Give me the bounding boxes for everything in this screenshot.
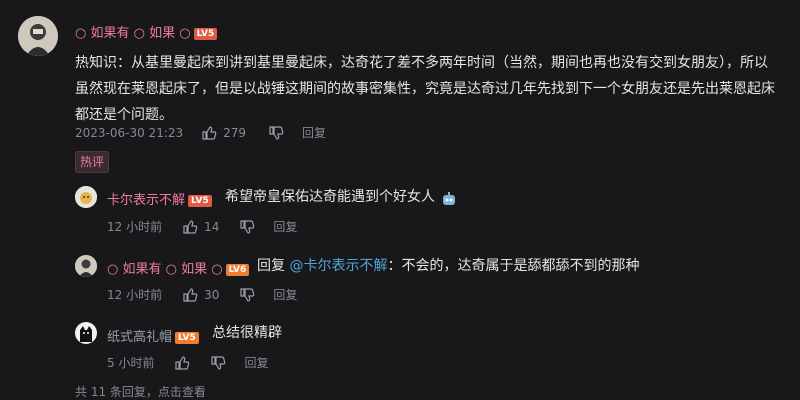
thumbs-down-icon xyxy=(269,125,284,140)
like-button[interactable]: 279 xyxy=(201,125,246,141)
reply-meta: 12 小时前 30 回复 xyxy=(107,286,297,303)
reply-body: ：不会的，达奇属于是舔都舔不到的那种 xyxy=(387,258,640,274)
like-button[interactable]: 30 xyxy=(182,287,219,303)
main-comment-meta: 2023-06-30 21:23 279 回复 xyxy=(75,124,326,141)
dislike-button[interactable] xyxy=(268,125,284,141)
reply-username-text[interactable]: 纸式高礼帽 xyxy=(107,330,172,345)
reply-prefix: 回复 xyxy=(257,258,290,274)
main-comment-line: 热知识：从基里曼起床到讲到基里曼起床，达奇花了差不多两年时间（当然，期间也再也没… xyxy=(75,55,768,71)
avatar-cat-icon xyxy=(75,186,97,208)
reply-button[interactable]: 回复 xyxy=(244,354,268,371)
reply-username-text[interactable]: ○ 如果有 ○ 如果 ○ xyxy=(107,262,223,277)
reply-button[interactable]: 回复 xyxy=(273,218,297,235)
reply-username[interactable]: ○ 如果有 ○ 如果 ○ LV6 xyxy=(107,258,250,277)
thumbs-up-icon xyxy=(202,125,217,140)
view-more-replies-link[interactable]: 共 11 条回复，点击查看 xyxy=(75,383,206,400)
avatar-character-icon xyxy=(18,16,58,56)
timestamp: 12 小时前 xyxy=(107,288,163,302)
reply-meta: 5 小时前 回复 xyxy=(107,354,268,371)
mention-link[interactable]: @卡尔表示不解 xyxy=(289,258,387,274)
like-count: 30 xyxy=(204,287,220,302)
robot-emoji-icon xyxy=(443,192,455,205)
reply-avatar[interactable] xyxy=(75,255,97,277)
reply-text: 希望帝皇保佑达奇能遇到个好女人 xyxy=(225,189,435,205)
like-button[interactable]: 14 xyxy=(182,219,219,235)
reply-username[interactable]: 卡尔表示不解 LV5 xyxy=(107,189,212,208)
avatar-character-icon xyxy=(75,255,97,277)
thumbs-up-icon xyxy=(175,355,190,370)
thumbs-down-icon xyxy=(240,219,255,234)
thumbs-up-icon xyxy=(183,219,198,234)
reply-text: 总结很精辟 xyxy=(212,325,282,341)
timestamp: 2023-06-30 21:23 xyxy=(75,125,184,140)
main-comment-line: 虽然现在莱恩起床了，但是以战锤这期间的故事密集性，究竟是达奇过几年先找到下一个女… xyxy=(75,81,775,97)
reply-username[interactable]: 纸式高礼帽 LV5 xyxy=(107,326,199,345)
level-badge: LV5 xyxy=(175,331,199,344)
timestamp: 12 小时前 xyxy=(107,220,163,234)
main-username-text[interactable]: ○ 如果有 ○ 如果 ○ xyxy=(75,26,191,41)
like-count: 279 xyxy=(223,125,247,140)
main-username[interactable]: ○ 如果有 ○ 如果 ○ LV5 xyxy=(75,22,218,41)
reply-avatar[interactable] xyxy=(75,322,97,344)
dislike-button[interactable] xyxy=(239,219,255,235)
reply-button[interactable]: 回复 xyxy=(273,286,297,303)
dislike-button[interactable] xyxy=(239,287,255,303)
reply-meta: 12 小时前 14 回复 xyxy=(107,218,297,235)
thumbs-down-icon xyxy=(211,355,226,370)
main-avatar[interactable] xyxy=(18,16,58,56)
like-count: 14 xyxy=(204,219,220,234)
thumbs-up-icon xyxy=(183,287,198,302)
timestamp: 5 小时前 xyxy=(107,356,155,370)
level-badge: LV5 xyxy=(193,27,218,40)
level-badge: LV5 xyxy=(188,194,212,207)
main-comment-text: 热知识：从基里曼起床到讲到基里曼起床，达奇花了差不多两年时间（当然，期间也再也没… xyxy=(75,50,795,128)
reply-avatar[interactable] xyxy=(75,186,97,208)
like-button[interactable] xyxy=(174,355,190,371)
reply-username-text[interactable]: 卡尔表示不解 xyxy=(107,193,185,208)
thumbs-down-icon xyxy=(240,287,255,302)
level-badge: LV6 xyxy=(225,263,250,276)
reply-text: 回复 @卡尔表示不解：不会的，达奇属于是舔都舔不到的那种 xyxy=(257,253,639,279)
avatar-cat-silhouette-icon xyxy=(75,322,97,344)
dislike-button[interactable] xyxy=(210,355,226,371)
reply-button[interactable]: 回复 xyxy=(302,124,326,141)
hot-comment-badge: 热评 xyxy=(75,151,110,173)
